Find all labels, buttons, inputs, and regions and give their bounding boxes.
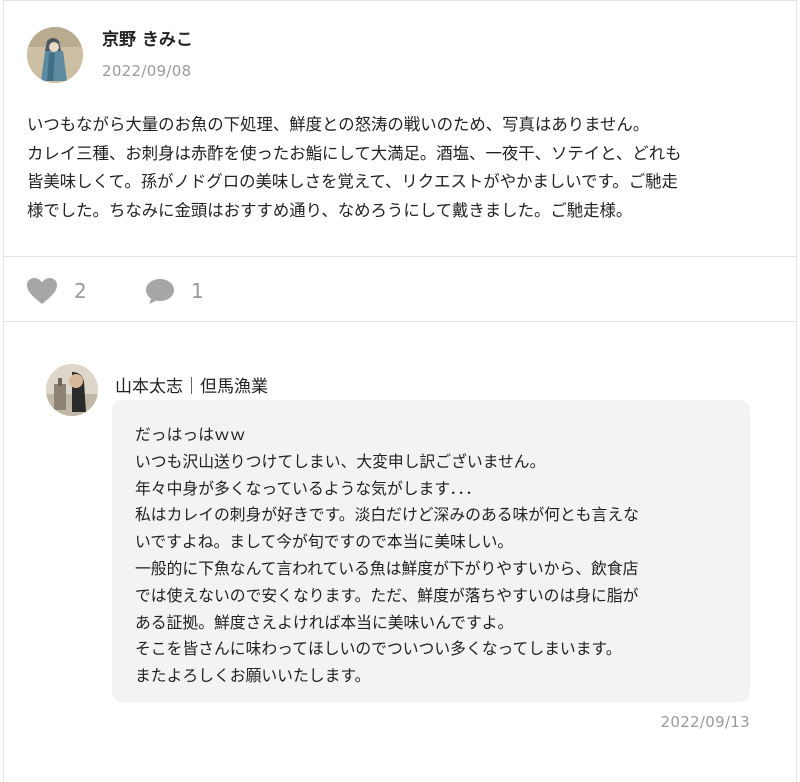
reply-line: だっはっはｗｗ [135, 425, 246, 444]
avatar-image [27, 27, 83, 83]
post-body-line: 様でした。ちなみに金頭はおすすめ通り、なめろうにして戴きました。ご馳走様。 [27, 200, 633, 220]
post-body-line: カレイ三種、お刺身は赤酢を使ったお鮨にして大満足。酒塩、一夜干、ソテイと、どれも [27, 143, 682, 163]
reply-line: 年々中身が多くなっているような気がします．．． [135, 478, 482, 498]
reply-avatar-image [46, 364, 98, 416]
reply-bubble: だっはっはｗｗ いつも沢山送りつけてしまい、大変申し訳ございません。 年々中身が… [112, 400, 750, 702]
reply-line: そこを皆さんに味わってほしいのでついつい多くなってしまいます。 [135, 639, 622, 659]
like-button[interactable]: 2 [26, 277, 87, 305]
reply-line: では使えないので安くなります。ただ、鮮度が落ちやすいのは身に脂が [135, 585, 639, 605]
reply-line: 一般的に下魚なんて言われている魚は鮮度が下がりやすいから、飲食店 [135, 558, 639, 578]
avatar[interactable] [27, 27, 83, 83]
comment-count: 1 [191, 279, 204, 303]
reply-line: いですよね。まして今が旬ですので本当に美味しい。 [135, 532, 514, 552]
post-date: 2022/09/08 [102, 62, 192, 80]
reply-avatar[interactable] [46, 364, 98, 416]
reply-body: だっはっはｗｗ いつも沢山送りつけてしまい、大変申し訳ございません。 年々中身が… [135, 422, 639, 690]
post-body-line: 皆美味しくて。孫がノドグロの美味しさを覚えて、リクエストがやかましいです。ご馳走 [27, 172, 678, 191]
like-count: 2 [74, 279, 87, 303]
reply-date: 2022/09/13 [660, 713, 750, 731]
comment-post: 京野 きみこ 2022/09/08 いつもながら大量のお魚の下処理、鮮度との怒涛… [3, 0, 797, 256]
reply-line: ある証拠。鮮度さえよければ本当に美味いんですよ。 [135, 612, 514, 632]
comment-bubble-icon [146, 279, 174, 304]
reply-line: いつも沢山送りつけてしまい、大変申し訳ございません。 [135, 451, 546, 471]
reply-line: 私はカレイの刺身が好きです。淡白だけど深みのある味が何とも言えな [135, 505, 639, 525]
post-body: いつもながら大量のお魚の下処理、鮮度との怒涛の戦いのため、写真はありません。 カ… [27, 111, 782, 225]
reply-line: またよろしくお願いいたします。 [135, 666, 371, 686]
heart-icon [27, 278, 57, 304]
post-author[interactable]: 京野 きみこ [102, 25, 193, 50]
reply-author[interactable]: 山本太志｜但馬漁業 [115, 372, 268, 397]
comment-button[interactable]: 1 [145, 277, 204, 305]
reply-section: 山本太志｜但馬漁業 だっはっはｗｗ いつも沢山送りつけてしまい、大変申し訳ござい… [3, 322, 797, 782]
post-actions: 2 1 [3, 256, 797, 322]
post-body-line: いつもながら大量のお魚の下処理、鮮度との怒涛の戦いのため、写真はありません。 [27, 115, 650, 134]
